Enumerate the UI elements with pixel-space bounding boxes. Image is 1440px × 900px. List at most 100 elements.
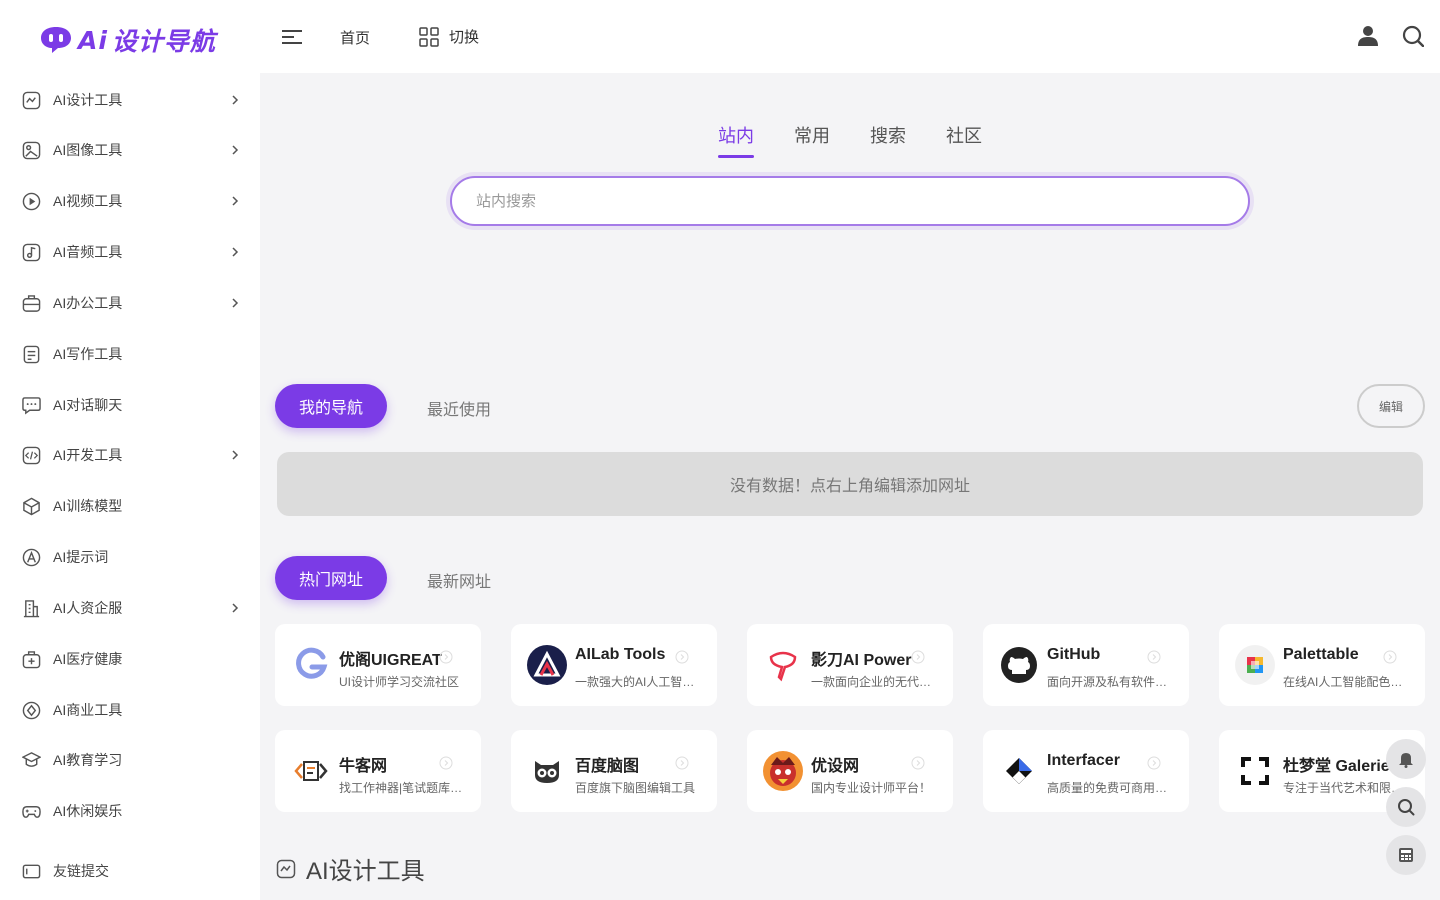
sidebar-item-label: AI对话聊天 bbox=[53, 397, 123, 413]
sidebar-item-ai-education[interactable]: AI教育学习 bbox=[0, 740, 260, 780]
site-logo[interactable]: Ai 设计导航 bbox=[38, 22, 216, 58]
chevron-right-icon bbox=[232, 298, 239, 308]
calculator-icon bbox=[1399, 848, 1413, 862]
tab-new-sites[interactable]: 最新网址 bbox=[427, 568, 491, 592]
arrow-right-circle-icon[interactable] bbox=[1147, 756, 1161, 770]
uigreat-logo bbox=[291, 645, 331, 685]
search-icon[interactable] bbox=[1402, 25, 1424, 47]
interfacer-logo bbox=[999, 751, 1039, 791]
logo-title: 设计导航 bbox=[111, 27, 216, 56]
sidebar-item-ai-enterprise[interactable]: AI人资企服 bbox=[0, 588, 260, 628]
site-card[interactable]: 牛客网 找工作神器|笔试题库|面试经验 bbox=[275, 730, 481, 812]
palettable-logo bbox=[1235, 645, 1275, 685]
sidebar-item-ai-office[interactable]: AI办公工具 bbox=[0, 283, 260, 323]
chevron-right-icon bbox=[232, 450, 239, 460]
sidebar-item-ai-chat[interactable]: AI对话聊天 bbox=[0, 385, 260, 425]
site-card[interactable]: 优阁UIGREAT UI设计师学习交流社区 bbox=[275, 624, 481, 706]
search-tabs: 站内 常用 搜索 社区 bbox=[718, 122, 982, 158]
audio-icon bbox=[22, 243, 41, 261]
card-description: 一款面向企业的无代码AI平台 bbox=[811, 675, 935, 689]
arrow-right-circle-icon[interactable] bbox=[439, 756, 453, 770]
card-title: 影刀AI Power bbox=[811, 652, 912, 669]
tab-search[interactable]: 搜索 bbox=[870, 122, 906, 158]
nav-home-link[interactable]: 首页 bbox=[340, 27, 370, 48]
sidebar-item-ai-video[interactable]: AI视频工具 bbox=[0, 181, 260, 221]
empty-state-message: 没有数据！点右上角编辑添加网址 bbox=[277, 452, 1423, 516]
tab-hot-sites[interactable]: 热门网址 bbox=[275, 556, 387, 600]
section-heading: AI设计工具 bbox=[276, 851, 425, 886]
code-icon bbox=[22, 446, 41, 464]
card-description: UI设计师学习交流社区 bbox=[339, 675, 460, 689]
card-description: 百度旗下脑图编辑工具 bbox=[575, 781, 696, 795]
gamepad-icon bbox=[22, 805, 41, 818]
arrow-right-circle-icon[interactable] bbox=[1383, 650, 1397, 664]
notification-button[interactable] bbox=[1386, 739, 1426, 779]
arrow-right-circle-icon[interactable] bbox=[911, 756, 925, 770]
top-header: Ai 设计导航 首页 切换 bbox=[0, 0, 1440, 73]
card-title: Interfacer bbox=[1047, 752, 1120, 769]
sidebar-item-link-submit[interactable]: 友链提交 bbox=[0, 851, 260, 891]
prompt-icon bbox=[22, 548, 41, 566]
search-input[interactable] bbox=[452, 178, 1248, 224]
tab-community[interactable]: 社区 bbox=[946, 122, 982, 158]
site-card[interactable]: Interfacer 高质量的免费可商用设计资源 bbox=[983, 730, 1189, 812]
sidebar-item-label: 友链提交 bbox=[53, 863, 109, 879]
sidebar-item-ai-audio[interactable]: AI音频工具 bbox=[0, 232, 260, 272]
edit-button[interactable]: 编辑 bbox=[1357, 384, 1425, 428]
sidebar-item-ai-design[interactable]: AI设计工具 bbox=[0, 80, 260, 120]
enterprise-icon bbox=[23, 599, 40, 617]
card-description: 在线AI人工智能配色生成工具 bbox=[1283, 675, 1407, 689]
card-title: 杜梦堂 Galerie bbox=[1283, 758, 1390, 775]
chevron-right-icon bbox=[232, 145, 239, 155]
card-title: 优设网 bbox=[811, 758, 860, 775]
model-icon bbox=[23, 497, 40, 515]
arrow-right-circle-icon[interactable] bbox=[439, 650, 453, 664]
tab-recent[interactable]: 最近使用 bbox=[427, 396, 491, 420]
arrow-right-circle-icon[interactable] bbox=[1147, 650, 1161, 664]
site-card[interactable]: 百度脑图 百度旗下脑图编辑工具 bbox=[511, 730, 717, 812]
sidebar-item-label: AI商业工具 bbox=[53, 702, 123, 718]
site-card[interactable]: 影刀AI Power 一款面向企业的无代码AI平台 bbox=[747, 624, 953, 706]
arrow-right-circle-icon[interactable] bbox=[675, 650, 689, 664]
sidebar-item-label: AI设计工具 bbox=[53, 92, 123, 108]
tab-common[interactable]: 常用 bbox=[794, 122, 830, 158]
floating-search-button[interactable] bbox=[1386, 787, 1426, 827]
sidebar-item-ai-business[interactable]: AI商业工具 bbox=[0, 690, 260, 730]
search-icon bbox=[1398, 799, 1415, 816]
nav-switch-button[interactable]: 切换 bbox=[419, 26, 479, 47]
writing-icon bbox=[23, 345, 40, 363]
site-card[interactable]: AILab Tools 一款强大的AI人工智能工具 bbox=[511, 624, 717, 706]
menu-toggle-icon[interactable] bbox=[282, 27, 304, 47]
calculator-button[interactable] bbox=[1386, 835, 1426, 875]
sidebar-item-ai-entertainment[interactable]: AI休闲娱乐 bbox=[0, 791, 260, 831]
sidebar-item-ai-image[interactable]: AI图像工具 bbox=[0, 130, 260, 170]
search-box bbox=[450, 176, 1250, 226]
chevron-right-icon bbox=[232, 247, 239, 257]
chevron-right-icon bbox=[232, 95, 239, 105]
site-card[interactable]: Palettable 在线AI人工智能配色生成工具 bbox=[1219, 624, 1425, 706]
sidebar-item-label: AI教育学习 bbox=[53, 752, 123, 768]
sidebar-item-ai-medical[interactable]: AI医疗健康 bbox=[0, 639, 260, 679]
arrow-right-circle-icon[interactable] bbox=[675, 756, 689, 770]
site-card[interactable]: 优设网 国内专业设计师平台！ bbox=[747, 730, 953, 812]
uisdc-logo bbox=[763, 751, 803, 791]
sidebar-item-label: AI音频工具 bbox=[53, 244, 123, 260]
grid-icon bbox=[419, 26, 439, 47]
tab-site[interactable]: 站内 bbox=[718, 122, 754, 158]
sidebar-item-ai-model[interactable]: AI训练模型 bbox=[0, 486, 260, 526]
user-icon[interactable] bbox=[1357, 25, 1379, 47]
sidebar-item-ai-writing[interactable]: AI写作工具 bbox=[0, 334, 260, 374]
tab-my-nav[interactable]: 我的导航 bbox=[275, 384, 387, 428]
medical-icon bbox=[22, 650, 41, 668]
chat-bubble-logo-icon bbox=[41, 27, 71, 53]
sidebar-item-ai-prompt[interactable]: AI提示词 bbox=[0, 537, 260, 577]
site-card[interactable]: GitHub 面向开源及私有软件项目的托管平台 bbox=[983, 624, 1189, 706]
card-title: 牛客网 bbox=[339, 758, 388, 775]
arrow-right-circle-icon[interactable] bbox=[911, 650, 925, 664]
video-icon bbox=[22, 192, 41, 210]
card-description: 一款强大的AI人工智能工具 bbox=[575, 675, 699, 689]
sidebar-item-ai-dev[interactable]: AI开发工具 bbox=[0, 435, 260, 475]
sidebar: AI设计工具 AI图像工具 AI视频工具 AI音频工具 AI办公工具 AI写作工… bbox=[0, 73, 260, 900]
design-icon bbox=[276, 859, 296, 878]
design-icon bbox=[22, 91, 41, 109]
